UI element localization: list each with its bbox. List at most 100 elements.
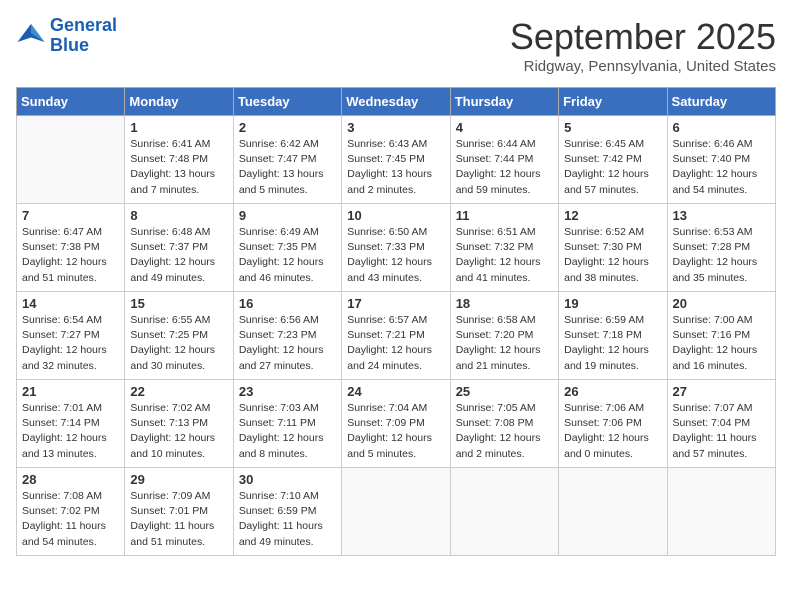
day-number: 17	[347, 296, 444, 311]
day-info: Sunrise: 7:06 AM Sunset: 7:06 PM Dayligh…	[564, 401, 661, 462]
day-info: Sunrise: 6:57 AM Sunset: 7:21 PM Dayligh…	[347, 313, 444, 374]
calendar-cell: 25 Sunrise: 7:05 AM Sunset: 7:08 PM Dayli…	[450, 380, 558, 468]
day-info: Sunrise: 7:08 AM Sunset: 7:02 PM Dayligh…	[22, 489, 119, 550]
day-number: 2	[239, 120, 336, 135]
calendar-cell: 22 Sunrise: 7:02 AM Sunset: 7:13 PM Dayli…	[125, 380, 233, 468]
calendar-cell: 26 Sunrise: 7:06 AM Sunset: 7:06 PM Dayli…	[559, 380, 667, 468]
day-info: Sunrise: 6:55 AM Sunset: 7:25 PM Dayligh…	[130, 313, 227, 374]
day-number: 19	[564, 296, 661, 311]
calendar-cell	[342, 468, 450, 556]
calendar-cell: 15 Sunrise: 6:55 AM Sunset: 7:25 PM Dayli…	[125, 292, 233, 380]
day-info: Sunrise: 6:53 AM Sunset: 7:28 PM Dayligh…	[673, 225, 770, 286]
calendar-cell: 14 Sunrise: 6:54 AM Sunset: 7:27 PM Dayli…	[17, 292, 125, 380]
day-info: Sunrise: 6:54 AM Sunset: 7:27 PM Dayligh…	[22, 313, 119, 374]
day-info: Sunrise: 7:02 AM Sunset: 7:13 PM Dayligh…	[130, 401, 227, 462]
calendar-cell: 21 Sunrise: 7:01 AM Sunset: 7:14 PM Dayli…	[17, 380, 125, 468]
day-number: 28	[22, 472, 119, 487]
day-number: 18	[456, 296, 553, 311]
weekday-header-row: SundayMondayTuesdayWednesdayThursdayFrid…	[17, 88, 776, 116]
day-info: Sunrise: 7:00 AM Sunset: 7:16 PM Dayligh…	[673, 313, 770, 374]
weekday-header: Friday	[559, 88, 667, 116]
day-info: Sunrise: 6:59 AM Sunset: 7:18 PM Dayligh…	[564, 313, 661, 374]
calendar-cell	[559, 468, 667, 556]
calendar-cell: 16Sunrise: 6:56 AM Sunset: 7:23 PM Dayli…	[233, 292, 341, 380]
day-info: Sunrise: 6:52 AM Sunset: 7:30 PM Dayligh…	[564, 225, 661, 286]
calendar-cell: 24Sunrise: 7:04 AM Sunset: 7:09 PM Dayli…	[342, 380, 450, 468]
day-number: 10	[347, 208, 444, 223]
calendar-cell: 27 Sunrise: 7:07 AM Sunset: 7:04 PM Dayli…	[667, 380, 775, 468]
day-number: 14	[22, 296, 119, 311]
logo-icon	[16, 21, 46, 51]
day-number: 30	[239, 472, 336, 487]
day-number: 22	[130, 384, 227, 399]
weekday-header: Thursday	[450, 88, 558, 116]
day-number: 11	[456, 208, 553, 223]
calendar-cell: 6 Sunrise: 6:46 AM Sunset: 7:40 PM Daylig…	[667, 116, 775, 204]
logo-text: General Blue	[50, 16, 117, 56]
weekday-header: Saturday	[667, 88, 775, 116]
day-number: 7	[22, 208, 119, 223]
calendar-cell: 28 Sunrise: 7:08 AM Sunset: 7:02 PM Dayli…	[17, 468, 125, 556]
day-info: Sunrise: 7:09 AM Sunset: 7:01 PM Dayligh…	[130, 489, 227, 550]
day-info: Sunrise: 6:49 AM Sunset: 7:35 PM Dayligh…	[239, 225, 336, 286]
day-number: 24	[347, 384, 444, 399]
day-number: 15	[130, 296, 227, 311]
day-info: Sunrise: 7:05 AM Sunset: 7:08 PM Dayligh…	[456, 401, 553, 462]
day-number: 13	[673, 208, 770, 223]
calendar-week-row: 14 Sunrise: 6:54 AM Sunset: 7:27 PM Dayli…	[17, 292, 776, 380]
calendar-cell	[667, 468, 775, 556]
title-block: September 2025 Ridgway, Pennsylvania, Un…	[510, 16, 776, 75]
weekday-header: Monday	[125, 88, 233, 116]
day-number: 9	[239, 208, 336, 223]
day-info: Sunrise: 6:47 AM Sunset: 7:38 PM Dayligh…	[22, 225, 119, 286]
day-info: Sunrise: 7:10 AM Sunset: 6:59 PM Dayligh…	[239, 489, 336, 550]
day-number: 6	[673, 120, 770, 135]
calendar-cell: 19 Sunrise: 6:59 AM Sunset: 7:18 PM Dayli…	[559, 292, 667, 380]
day-number: 27	[673, 384, 770, 399]
calendar-cell	[17, 116, 125, 204]
day-number: 29	[130, 472, 227, 487]
day-number: 5	[564, 120, 661, 135]
day-number: 4	[456, 120, 553, 135]
day-number: 23	[239, 384, 336, 399]
weekday-header: Sunday	[17, 88, 125, 116]
day-number: 16	[239, 296, 336, 311]
day-info: Sunrise: 7:03 AM Sunset: 7:11 PM Dayligh…	[239, 401, 336, 462]
calendar-cell: 29 Sunrise: 7:09 AM Sunset: 7:01 PM Dayli…	[125, 468, 233, 556]
logo: General Blue	[16, 16, 117, 56]
calendar-cell: 10 Sunrise: 6:50 AM Sunset: 7:33 PM Dayli…	[342, 204, 450, 292]
day-info: Sunrise: 7:07 AM Sunset: 7:04 PM Dayligh…	[673, 401, 770, 462]
day-number: 20	[673, 296, 770, 311]
day-info: Sunrise: 6:45 AM Sunset: 7:42 PM Dayligh…	[564, 137, 661, 198]
calendar-cell: 2 Sunrise: 6:42 AM Sunset: 7:47 PM Daylig…	[233, 116, 341, 204]
day-number: 12	[564, 208, 661, 223]
page-header: General Blue September 2025 Ridgway, Pen…	[16, 16, 776, 75]
day-number: 25	[456, 384, 553, 399]
calendar-cell: 9 Sunrise: 6:49 AM Sunset: 7:35 PM Daylig…	[233, 204, 341, 292]
weekday-header: Tuesday	[233, 88, 341, 116]
location-subtitle: Ridgway, Pennsylvania, United States	[510, 58, 776, 75]
day-number: 3	[347, 120, 444, 135]
calendar-cell: 12 Sunrise: 6:52 AM Sunset: 7:30 PM Dayli…	[559, 204, 667, 292]
calendar-table: SundayMondayTuesdayWednesdayThursdayFrid…	[16, 87, 776, 556]
calendar-cell: 23 Sunrise: 7:03 AM Sunset: 7:11 PM Dayli…	[233, 380, 341, 468]
day-info: Sunrise: 6:50 AM Sunset: 7:33 PM Dayligh…	[347, 225, 444, 286]
day-number: 1	[130, 120, 227, 135]
calendar-week-row: 28 Sunrise: 7:08 AM Sunset: 7:02 PM Dayli…	[17, 468, 776, 556]
day-info: Sunrise: 6:51 AM Sunset: 7:32 PM Dayligh…	[456, 225, 553, 286]
calendar-cell: 1 Sunrise: 6:41 AM Sunset: 7:48 PM Daylig…	[125, 116, 233, 204]
day-info: Sunrise: 6:46 AM Sunset: 7:40 PM Dayligh…	[673, 137, 770, 198]
calendar-cell: 13 Sunrise: 6:53 AM Sunset: 7:28 PM Dayli…	[667, 204, 775, 292]
day-info: Sunrise: 6:41 AM Sunset: 7:48 PM Dayligh…	[130, 137, 227, 198]
calendar-cell: 18Sunrise: 6:58 AM Sunset: 7:20 PM Dayli…	[450, 292, 558, 380]
calendar-cell: 11 Sunrise: 6:51 AM Sunset: 7:32 PM Dayli…	[450, 204, 558, 292]
calendar-week-row: 1 Sunrise: 6:41 AM Sunset: 7:48 PM Daylig…	[17, 116, 776, 204]
day-number: 21	[22, 384, 119, 399]
day-number: 26	[564, 384, 661, 399]
day-info: Sunrise: 6:42 AM Sunset: 7:47 PM Dayligh…	[239, 137, 336, 198]
calendar-cell: 7 Sunrise: 6:47 AM Sunset: 7:38 PM Daylig…	[17, 204, 125, 292]
calendar-cell: 4Sunrise: 6:44 AM Sunset: 7:44 PM Daylig…	[450, 116, 558, 204]
day-info: Sunrise: 7:01 AM Sunset: 7:14 PM Dayligh…	[22, 401, 119, 462]
calendar-cell	[450, 468, 558, 556]
calendar-cell: 30 Sunrise: 7:10 AM Sunset: 6:59 PM Dayli…	[233, 468, 341, 556]
